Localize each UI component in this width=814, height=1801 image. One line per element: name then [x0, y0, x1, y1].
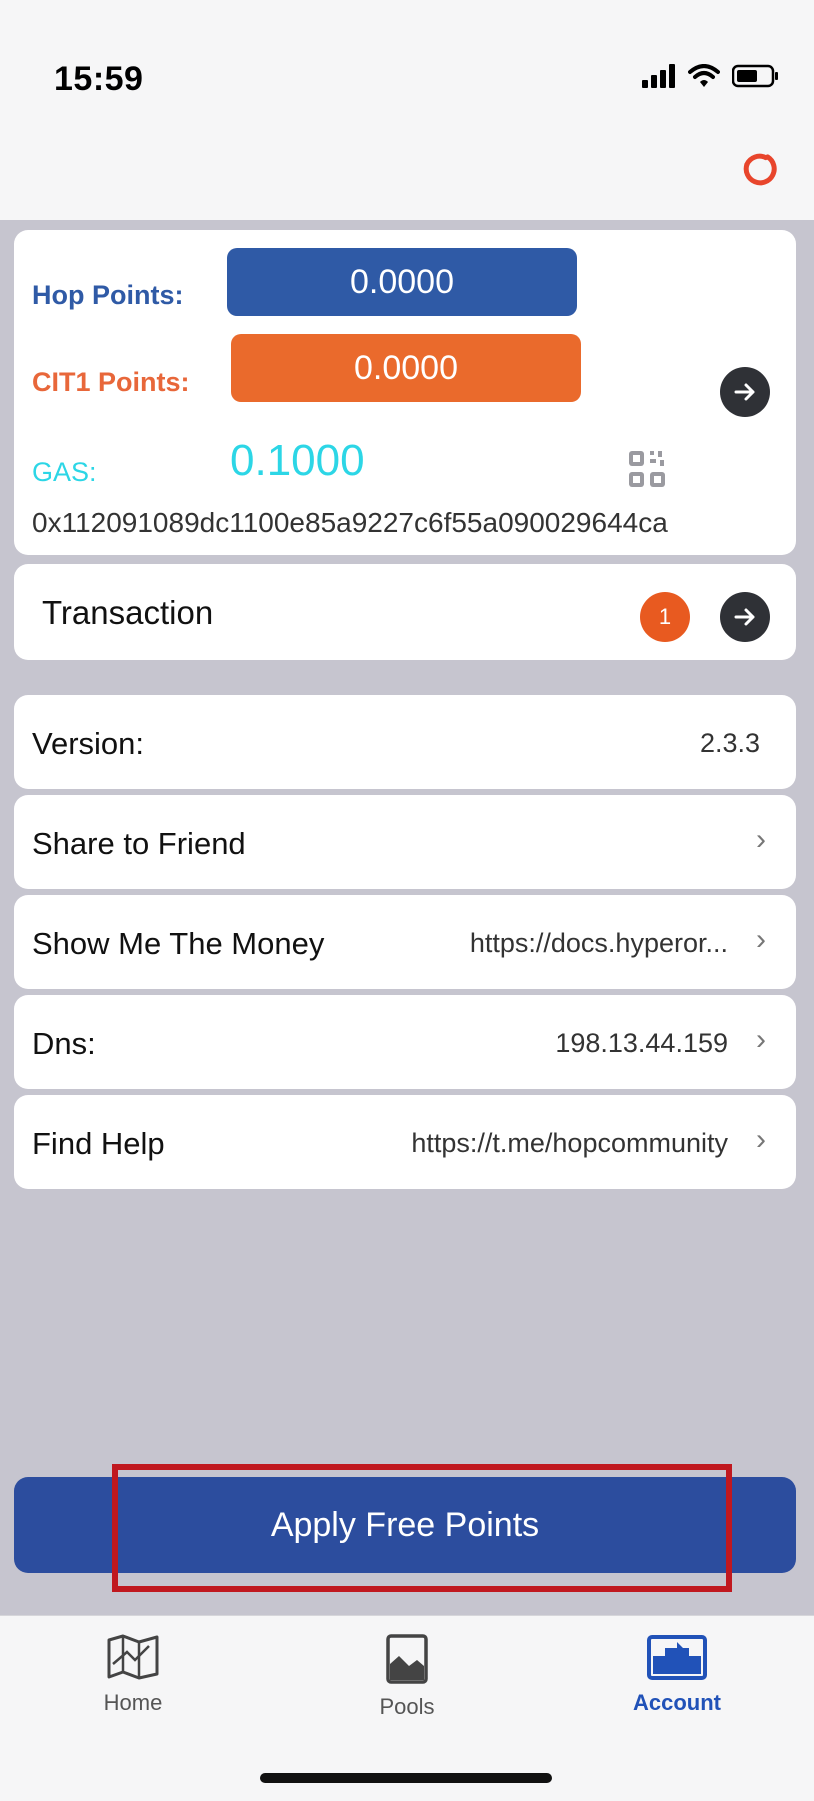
- signal-icon: [642, 64, 675, 88]
- apply-free-points-button[interactable]: Apply Free Points: [14, 1477, 796, 1573]
- tab-home-label: Home: [103, 1690, 163, 1715]
- transaction-label: Transaction: [42, 594, 214, 631]
- tab-account-label: Account: [633, 1690, 721, 1715]
- transaction-arrow-button[interactable]: [720, 592, 770, 642]
- dns-row[interactable]: Dns: 198.13.44.159 ›: [14, 995, 796, 1089]
- wifi-icon: [688, 64, 720, 87]
- version-label: Version:: [32, 726, 145, 761]
- transaction-count-badge: 1: [640, 592, 690, 642]
- pool-icon: [386, 1634, 428, 1684]
- gas-value: 0.1000: [230, 436, 365, 485]
- chevron-right-icon: ›: [756, 923, 766, 956]
- tab-home[interactable]: Home: [63, 1634, 203, 1716]
- hop-points-label: Hop Points:: [32, 280, 184, 310]
- share-label: Share to Friend: [32, 826, 246, 861]
- map-icon: [107, 1634, 159, 1680]
- points-detail-button[interactable]: [720, 367, 770, 417]
- refresh-icon[interactable]: [742, 152, 780, 190]
- hop-points-value: 0.0000: [227, 248, 577, 316]
- points-card: Hop Points: 0.0000 CIT1 Points: 0.0000 G…: [14, 230, 796, 555]
- dns-label: Dns:: [32, 1026, 96, 1061]
- chevron-right-icon: ›: [756, 1023, 766, 1056]
- arrow-right-icon: [734, 608, 755, 626]
- cit1-points-label: CIT1 Points:: [32, 367, 190, 397]
- show-me-the-money-row[interactable]: Show Me The Money https://docs.hyperor..…: [14, 895, 796, 989]
- tab-bar: Home Pools Account: [0, 1615, 814, 1801]
- dns-value: 198.13.44.159: [555, 1028, 728, 1058]
- gas-label: GAS:: [32, 457, 97, 487]
- account-content: Hop Points: 0.0000 CIT1 Points: 0.0000 G…: [0, 220, 814, 1615]
- status-icons: [642, 64, 780, 88]
- tab-account[interactable]: Account: [607, 1634, 747, 1716]
- share-to-friend-row[interactable]: Share to Friend ›: [14, 795, 796, 889]
- transaction-row[interactable]: Transaction 1: [14, 564, 796, 660]
- account-icon: [647, 1635, 707, 1680]
- chevron-right-icon: ›: [756, 823, 766, 856]
- nav-bar: [0, 118, 814, 221]
- help-link: https://t.me/hopcommunity: [411, 1128, 728, 1158]
- version-row: Version: 2.3.3: [14, 695, 796, 789]
- wallet-address[interactable]: 0x112091089dc1100e85a9227c6f55a090029644…: [32, 507, 668, 539]
- find-help-row[interactable]: Find Help https://t.me/hopcommunity ›: [14, 1095, 796, 1189]
- chevron-right-icon: ›: [756, 1123, 766, 1156]
- status-bar: 15:59: [0, 0, 814, 118]
- help-label: Find Help: [32, 1126, 165, 1161]
- cit1-points-value: 0.0000: [231, 334, 581, 402]
- qr-code-icon[interactable]: [628, 450, 666, 488]
- version-value: 2.3.3: [699, 728, 760, 758]
- money-link: https://docs.hyperor...: [469, 928, 728, 958]
- tab-pools-label: Pools: [379, 1694, 435, 1719]
- tab-pools[interactable]: Pools: [337, 1634, 477, 1720]
- battery-icon: [732, 64, 778, 88]
- status-time: 15:59: [54, 60, 144, 98]
- home-indicator: [260, 1773, 552, 1783]
- arrow-right-icon: [734, 383, 755, 401]
- money-label: Show Me The Money: [32, 926, 325, 961]
